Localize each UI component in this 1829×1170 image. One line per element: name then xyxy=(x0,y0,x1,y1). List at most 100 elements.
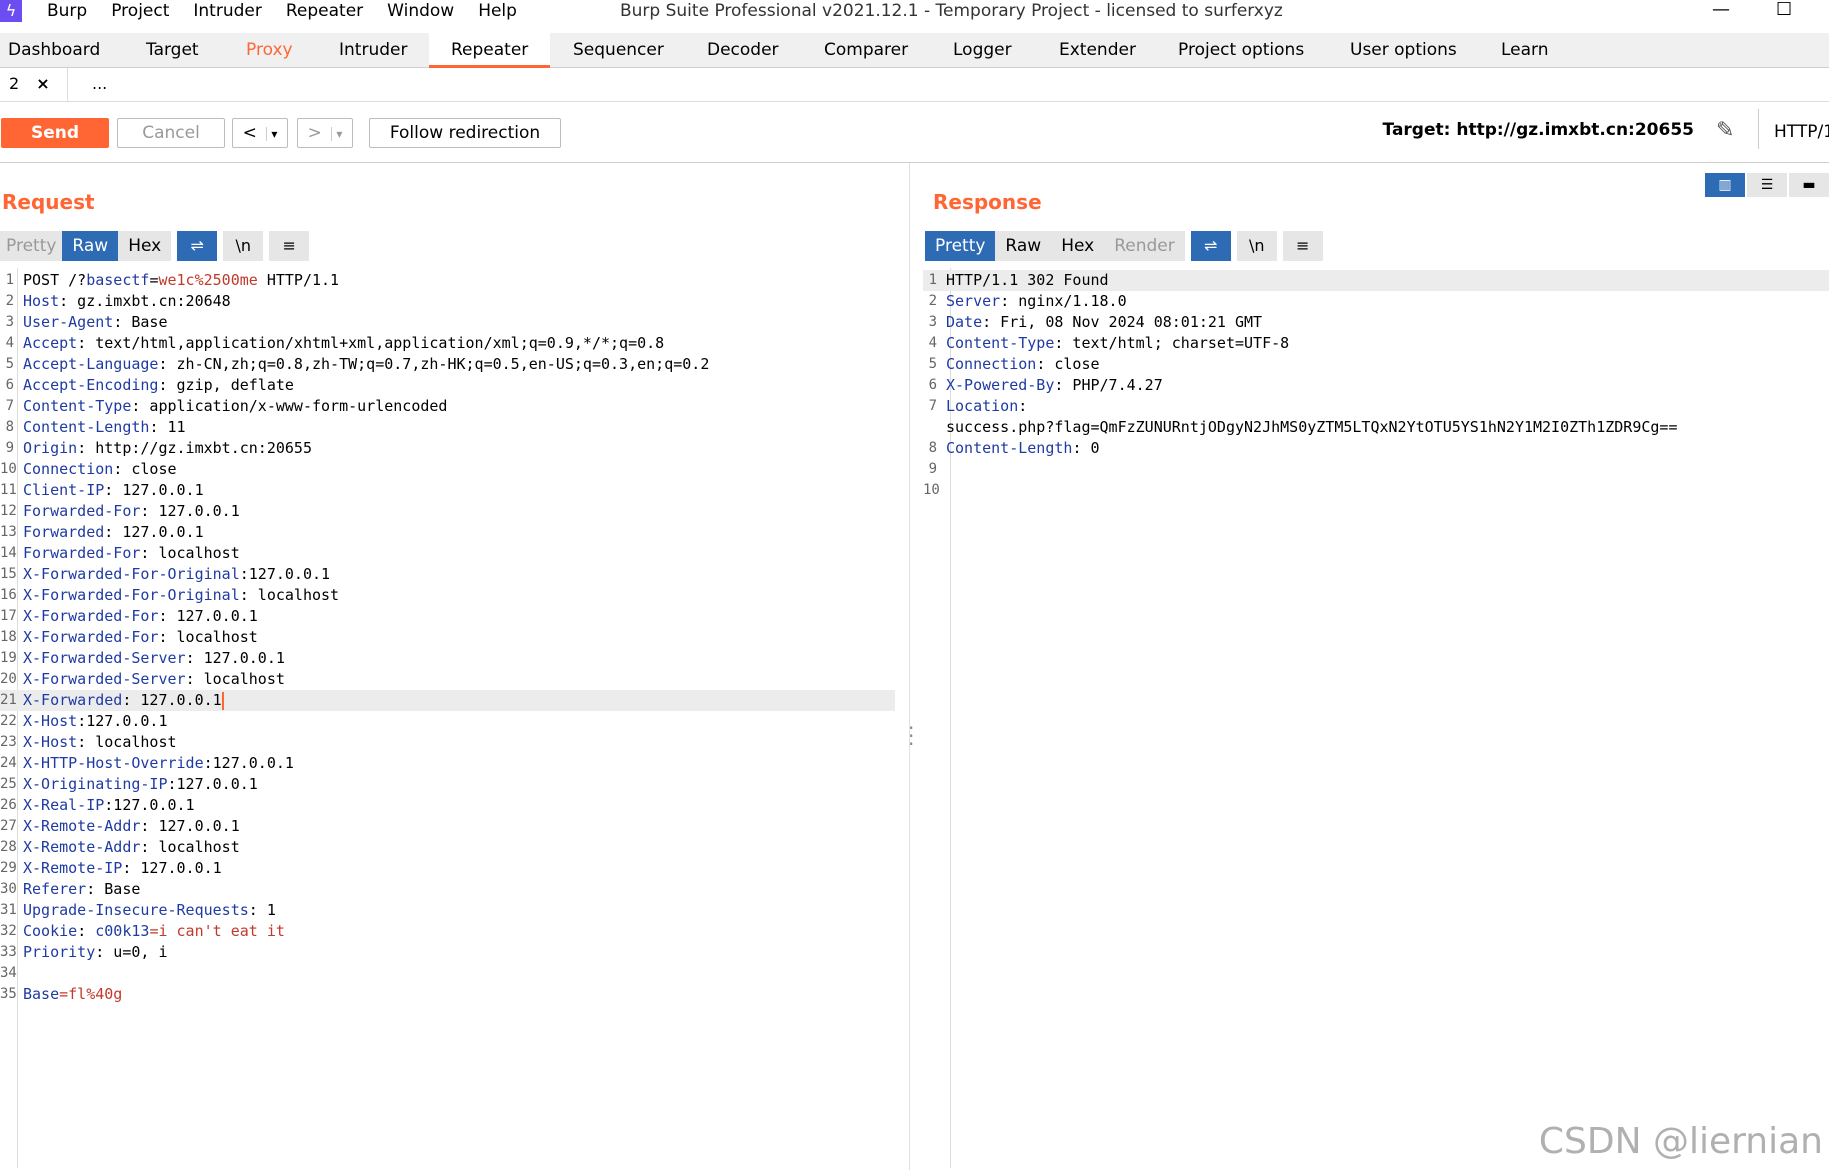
tab-user-options[interactable]: User options xyxy=(1342,33,1465,68)
header-name: Connection xyxy=(23,460,114,478)
code-line: 7 Content-Type: application/x-www-form-ur… xyxy=(0,396,895,417)
layout-tabs-icon[interactable]: ▬ xyxy=(1789,173,1829,197)
edit-pencil-icon[interactable]: ✎ xyxy=(1716,118,1734,143)
tab-project-options[interactable]: Project options xyxy=(1170,33,1312,68)
code-line: 11 Client-IP: 127.0.0.1 xyxy=(0,480,895,501)
menu-repeater[interactable]: Repeater xyxy=(286,0,363,22)
send-button[interactable]: Send xyxy=(1,118,109,148)
line-number: 6 xyxy=(5,377,14,393)
code-text: Forwarded: 127.0.0.1 xyxy=(23,522,204,543)
pane-divider[interactable] xyxy=(909,163,910,1170)
line-number: 31 xyxy=(0,902,17,918)
response-tab-hex[interactable]: Hex xyxy=(1051,231,1105,261)
menu-burp[interactable]: Burp xyxy=(47,0,87,22)
request-tab-raw[interactable]: Raw xyxy=(62,231,119,261)
back-button[interactable]: < ▾ xyxy=(232,118,288,148)
tab-comparer[interactable]: Comparer xyxy=(816,33,916,68)
menu-intruder[interactable]: Intruder xyxy=(193,0,261,22)
code-line: 14 Forwarded-For: localhost xyxy=(0,543,895,564)
line-number: 23 xyxy=(0,734,17,750)
code-text: X-Remote-Addr: localhost xyxy=(23,837,240,858)
header-name: X-Forwarded xyxy=(23,691,123,709)
forward-button[interactable]: > ▾ xyxy=(297,118,353,148)
tab-logger[interactable]: Logger xyxy=(945,33,1020,68)
http-version-label[interactable]: HTTP/1 xyxy=(1774,122,1829,142)
menu-project[interactable]: Project xyxy=(111,0,169,22)
cancel-button[interactable]: Cancel xyxy=(117,118,225,148)
drag-handle-icon[interactable]: · · · xyxy=(908,718,914,754)
code-text: X-Host: localhost xyxy=(23,732,177,753)
header-value: : xyxy=(77,922,96,940)
toolbar-divider xyxy=(1758,109,1759,149)
response-tab-raw[interactable]: Raw xyxy=(995,231,1052,261)
request-tab-pretty[interactable]: Pretty xyxy=(0,231,63,261)
follow-redirection-button[interactable]: Follow redirection xyxy=(369,118,561,148)
header-value: :127.0.0.1 xyxy=(104,796,195,814)
tab-dashboard[interactable]: Dashboard xyxy=(0,33,108,68)
header-name: Base xyxy=(23,985,60,1003)
tab-intruder[interactable]: Intruder xyxy=(331,33,415,68)
tab-extender[interactable]: Extender xyxy=(1051,33,1144,68)
response-tab-render[interactable]: Render xyxy=(1104,231,1185,261)
menu-window[interactable]: Window xyxy=(387,0,454,22)
request-tab-hex[interactable]: Hex xyxy=(118,231,172,261)
code-line: 8 Content-Length: 0 xyxy=(923,438,1829,459)
close-icon[interactable]: × xyxy=(36,74,49,93)
header-value: : localhost xyxy=(77,733,177,751)
line-number: 6 xyxy=(928,377,937,393)
code-text: X-Remote-Addr: 127.0.0.1 xyxy=(23,816,240,837)
code-line: 25 X-Originating-IP:127.0.0.1 xyxy=(0,774,895,795)
request-editor[interactable]: 1 POST /?basectf=we1c%2500me HTTP/1.1 2 Hos… xyxy=(0,270,895,1005)
header-value: : text/html; charset=UTF-8 xyxy=(1054,334,1290,352)
response-menu-icon[interactable]: ≡ xyxy=(1282,231,1323,261)
header-name: Origin xyxy=(23,439,78,457)
response-view-tabs: Pretty Raw Hex Render ⇌ \n ≡ xyxy=(925,231,1323,261)
repeater-tab-2[interactable]: 2 × xyxy=(0,68,68,102)
wrap-lines-icon[interactable]: ⇌ xyxy=(177,231,218,261)
forward-dropdown-icon[interactable]: ▾ xyxy=(331,127,343,141)
repeater-subtab-bar: 2 × ... xyxy=(0,68,1829,102)
chevron-right-icon: > xyxy=(307,123,322,143)
response-tab-pretty[interactable]: Pretty xyxy=(925,231,996,261)
tab-repeater[interactable]: Repeater xyxy=(429,33,550,68)
code-text: X-Remote-IP: 127.0.0.1 xyxy=(23,858,222,879)
newline-toggle-icon[interactable]: \n xyxy=(223,231,264,261)
layout-stacked-icon[interactable]: ☰ xyxy=(1747,173,1787,197)
body-param-value: =fl%40g xyxy=(59,985,123,1003)
code-text: Client-IP: 127.0.0.1 xyxy=(23,480,204,501)
back-dropdown-icon[interactable]: ▾ xyxy=(266,127,278,141)
request-title: Request xyxy=(2,190,95,214)
tab-target[interactable]: Target xyxy=(138,33,207,68)
code-text: Forwarded-For: localhost xyxy=(23,543,240,564)
tab-decoder[interactable]: Decoder xyxy=(699,33,787,68)
header-name: X-Real-IP xyxy=(23,796,105,814)
tab-proxy[interactable]: Proxy xyxy=(238,33,301,68)
menu-icon[interactable]: ≡ xyxy=(269,231,310,261)
header-value: : application/x-www-form-urlencoded xyxy=(131,397,448,415)
code-text: Host: gz.imxbt.cn:20648 xyxy=(23,291,231,312)
layout-side-by-side-icon[interactable]: ▥ xyxy=(1705,173,1745,197)
response-newline-toggle-icon[interactable]: \n xyxy=(1236,231,1277,261)
line-number: 21 xyxy=(0,692,17,708)
tab-sequencer[interactable]: Sequencer xyxy=(565,33,672,68)
header-value: : 127.0.0.1 xyxy=(140,502,240,520)
response-wrap-lines-icon[interactable]: ⇌ xyxy=(1190,231,1231,261)
line-number: 9 xyxy=(928,461,937,477)
menu-help[interactable]: Help xyxy=(478,0,517,22)
line-number: 19 xyxy=(0,650,17,666)
maximize-icon[interactable]: ☐ xyxy=(1776,0,1792,20)
chevron-left-icon: < xyxy=(242,123,257,143)
response-editor[interactable]: 1 HTTP/1.1 302 Found 2 Server: nginx/1.18.0… xyxy=(923,270,1829,501)
code-line: 5 Connection: close xyxy=(923,354,1829,375)
header-name: Upgrade-Insecure-Requests xyxy=(23,901,249,919)
header-name: Content-Type xyxy=(946,334,1055,352)
line-number: 17 xyxy=(0,608,17,624)
repeater-tab-more[interactable]: ... xyxy=(92,68,107,102)
minimize-icon[interactable]: — xyxy=(1712,0,1730,20)
header-value: : Base xyxy=(86,880,141,898)
header-value: : gz.imxbt.cn:20648 xyxy=(59,292,231,310)
menu-bar: ϟ Burp Project Intruder Repeater Window … xyxy=(0,0,1829,25)
tab-learn[interactable]: Learn xyxy=(1493,33,1557,68)
code-line: 28 X-Remote-Addr: localhost xyxy=(0,837,895,858)
header-name: Cookie xyxy=(23,922,78,940)
